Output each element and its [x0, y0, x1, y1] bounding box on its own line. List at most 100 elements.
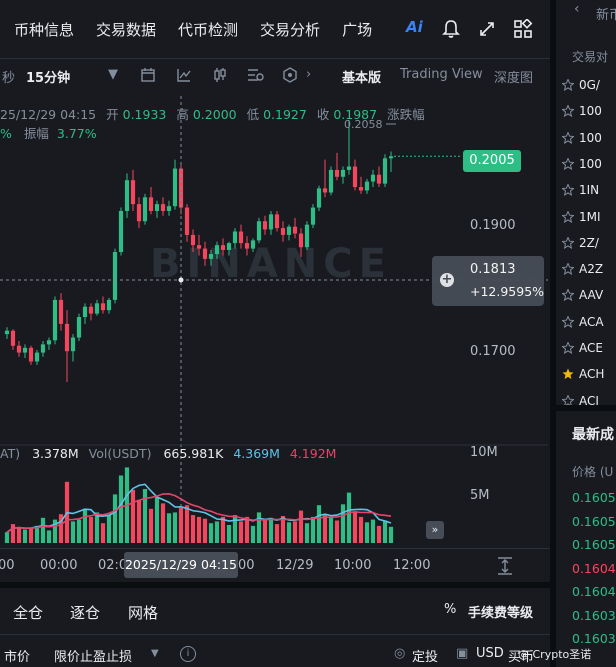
candle-body [34, 352, 40, 362]
interval-seconds[interactable]: 秒 [2, 67, 15, 86]
star-icon[interactable] [561, 341, 575, 355]
tab-basic-version[interactable]: 基本版 [342, 67, 381, 86]
bell-icon[interactable] [442, 19, 460, 43]
symbol-name: 2Z/ [579, 235, 599, 250]
watchlist-item[interactable]: 100 [561, 104, 602, 118]
crosshair-price-box[interactable]: + 0.1813 +12.9595% [432, 256, 544, 306]
tab-trading-view[interactable]: Trading View [400, 67, 483, 82]
divider [0, 548, 550, 549]
trade-price: 0.1604 [572, 560, 616, 576]
candle-body [382, 158, 388, 184]
volume-bar [40, 517, 46, 543]
candle-body [346, 166, 352, 170]
trade-price: 0.1603 [572, 631, 616, 646]
star-icon[interactable] [561, 104, 575, 118]
candle-body [232, 231, 238, 244]
star-icon[interactable] [561, 183, 575, 197]
crosshair-center [178, 277, 184, 283]
grid-layout-icon[interactable] [513, 18, 533, 43]
usd-label[interactable]: USD [476, 646, 504, 661]
wallet-icon[interactable]: ▣ [456, 646, 468, 661]
hexagon-icon[interactable] [282, 67, 298, 87]
volume-bar [304, 523, 310, 543]
tab-cross-margin[interactable]: 全仓 [13, 602, 43, 623]
candle-body [142, 197, 148, 222]
watchlist-item[interactable]: ACE [561, 341, 603, 355]
watchlist-item[interactable]: 100 [561, 130, 602, 145]
tab-isolated-margin[interactable]: 逐仓 [70, 602, 100, 623]
tab-coin-info[interactable]: 币种信息 [14, 19, 74, 40]
calendar-icon[interactable] [140, 67, 156, 87]
volume-bar [340, 504, 346, 543]
volume-axis-label: 5M [470, 488, 490, 503]
watchlist-item[interactable]: 2Z/ [561, 235, 599, 250]
fit-height-icon[interactable] [497, 557, 513, 579]
candles-icon[interactable] [212, 67, 228, 87]
latest-trades-tab[interactable]: 最新成 [572, 424, 614, 444]
time-tick: 10:00 [334, 558, 372, 573]
chevron-down-icon[interactable]: ▼ [151, 648, 159, 659]
info-icon[interactable]: i [180, 646, 196, 662]
ai-icon[interactable]: Ai [406, 18, 423, 36]
chevron-right-icon[interactable]: › [306, 67, 311, 82]
star-icon[interactable] [561, 209, 575, 223]
watchlist-item[interactable]: 0G/ [561, 78, 600, 92]
volume-bar [388, 526, 394, 543]
trade-price: 0.1603 [572, 607, 616, 623]
tab-trading-data[interactable]: 交易数据 [96, 19, 156, 40]
star-icon[interactable] [561, 157, 575, 170]
tab-grid[interactable]: 网格 [128, 602, 158, 623]
volume-axis-label: 10M [470, 445, 498, 460]
interval-selector[interactable]: 15分钟 [26, 67, 70, 86]
order-type-market[interactable]: 市价 [4, 646, 30, 665]
star-icon[interactable] [561, 236, 575, 249]
volume-bar [364, 522, 370, 543]
star-icon[interactable] [561, 130, 575, 144]
star-icon[interactable] [561, 262, 575, 276]
star-icon[interactable] [561, 288, 575, 302]
chevron-left-icon[interactable]: ‹ [574, 1, 580, 17]
line-chart-icon[interactable] [176, 67, 192, 87]
current-price-tag: 0.2005 [463, 150, 521, 172]
tab-token-check[interactable]: 代币检测 [178, 19, 238, 40]
volume-bar [382, 520, 388, 543]
add-alert-icon[interactable]: + [440, 273, 454, 287]
watchlist-item[interactable]: ACA [561, 314, 604, 329]
volume-bar [232, 515, 238, 543]
candle-body [82, 306, 88, 318]
auto-invest-link[interactable]: 定投 [412, 646, 438, 665]
candle-body [292, 226, 298, 234]
volume-bar [328, 517, 334, 543]
watchlist-item[interactable]: A2Z [561, 262, 603, 276]
chevron-down-icon[interactable]: ▼ [108, 67, 118, 82]
star-icon[interactable] [562, 368, 574, 380]
candle-body [220, 245, 226, 250]
order-type-limit-tp-sl[interactable]: 限价止盈止损 [54, 646, 132, 665]
star-icon[interactable] [561, 314, 575, 328]
tab-square[interactable]: 广场 [342, 19, 372, 40]
new-coins-tab[interactable]: 新币 [596, 4, 616, 23]
fee-level-link[interactable]: 手续费等级 [468, 602, 533, 621]
watchlist-item[interactable]: 1IN [561, 183, 599, 197]
indicator-settings-icon[interactable] [246, 67, 264, 87]
collapse-arrows-icon[interactable]: » [426, 521, 444, 539]
volume-bar [184, 505, 190, 543]
volume-bar [262, 520, 268, 543]
time-tick: 00:00 [40, 558, 78, 573]
watchlist-item[interactable]: 100 [561, 157, 602, 171]
candle-body [88, 306, 94, 314]
time-tick: 00 [238, 558, 255, 573]
volume-bar [106, 515, 112, 543]
volume-bar [190, 515, 196, 543]
tab-trade-analysis[interactable]: 交易分析 [260, 19, 320, 40]
volume-bar [70, 521, 76, 543]
watchlist-item[interactable]: AAV [561, 288, 603, 302]
vol-ma5-value: 4.369M [233, 446, 280, 461]
watchlist-item[interactable]: 1MI [561, 209, 601, 224]
watchlist-item[interactable]: ACH [562, 367, 604, 381]
candle-body [46, 340, 52, 345]
star-icon[interactable] [561, 78, 575, 92]
tab-depth-chart[interactable]: 深度图 [494, 67, 533, 86]
auto-invest-icon[interactable]: ◎ [394, 646, 405, 661]
expand-icon[interactable] [478, 20, 496, 42]
